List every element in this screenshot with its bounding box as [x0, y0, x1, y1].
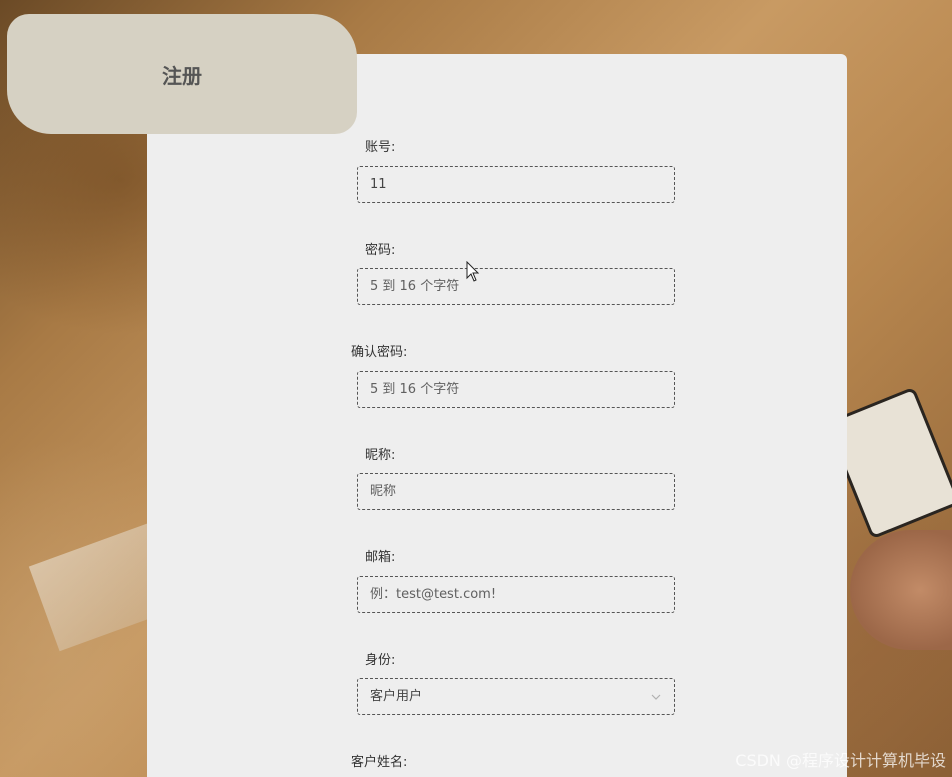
email-field: [357, 576, 675, 613]
identity-select[interactable]: 客户用户: [357, 678, 675, 715]
identity-label: 身份:: [365, 653, 396, 668]
chevron-down-icon: [651, 694, 661, 700]
account-field: [357, 166, 675, 203]
customer-name-label: 客户姓名:: [351, 755, 408, 770]
password-input[interactable]: [370, 269, 650, 304]
page-background: 注册 账号: 密码: 确认密码: 昵称: 邮箱: 身份: 客户用户 客户姓名: …: [0, 0, 952, 777]
mouse-cursor-icon: [466, 261, 480, 282]
password-label: 密码:: [365, 243, 396, 258]
confirm-password-label: 确认密码:: [351, 345, 408, 360]
watermark-text: CSDN @程序设计计算机毕设: [735, 751, 946, 770]
title-tab: 注册: [7, 14, 357, 134]
email-label: 邮箱:: [365, 550, 396, 565]
account-label: 账号:: [365, 140, 396, 155]
register-panel: [147, 54, 847, 777]
confirm-password-input[interactable]: [370, 372, 650, 407]
page-title: 注册: [162, 63, 202, 88]
background-hand-decoration: [850, 530, 952, 650]
account-input[interactable]: [370, 167, 650, 202]
password-field: [357, 268, 675, 305]
nickname-input[interactable]: [370, 474, 650, 509]
nickname-field: [357, 473, 675, 510]
email-input[interactable]: [370, 577, 650, 612]
nickname-label: 昵称:: [365, 448, 396, 463]
confirm-password-field: [357, 371, 675, 408]
identity-selected-value: 客户用户: [370, 689, 423, 704]
